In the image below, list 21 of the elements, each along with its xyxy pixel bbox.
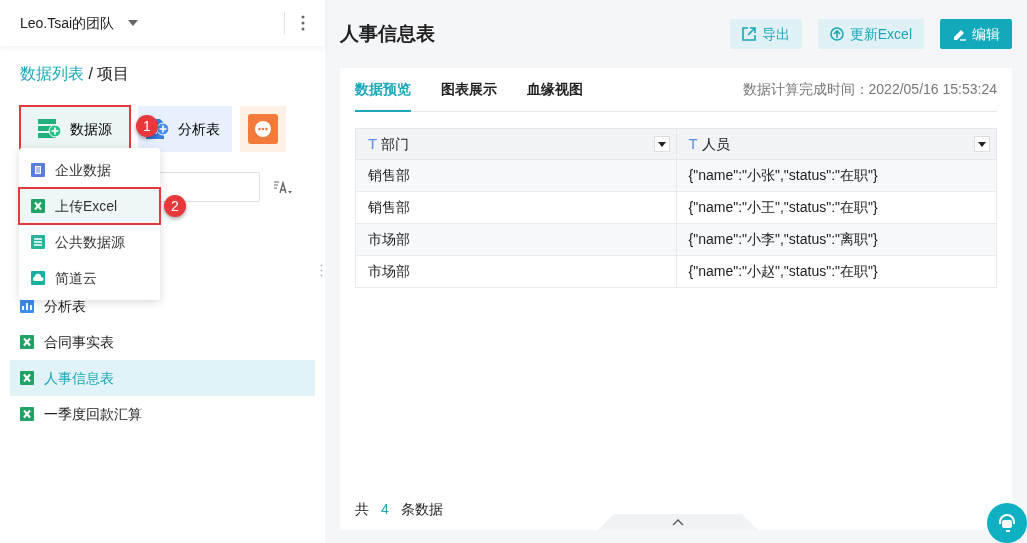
table-cell: 销售部	[355, 191, 676, 224]
breadcrumb-current: 项目	[97, 65, 130, 82]
text-type-icon: T	[688, 132, 698, 156]
table-cell: 市场部	[355, 255, 676, 288]
record-count-label: 共	[355, 500, 369, 519]
record-count: 4	[381, 500, 389, 519]
column-header: 人员	[701, 134, 730, 154]
table-cell: {"name":"小王","status":"在职"}	[676, 191, 997, 224]
table-cell: {"name":"小李","status":"离职"}	[676, 223, 997, 256]
page-title: 人事信息表	[340, 22, 436, 46]
text-type-icon: T	[368, 132, 378, 156]
table-cell: {"name":"小张","status":"在职"}	[676, 159, 997, 192]
table-cell: {"name":"小赵","status":"在职"}	[676, 255, 997, 288]
step-marker: 1	[136, 115, 158, 137]
record-count-label: 条数据	[400, 500, 443, 519]
table-cell: 销售部	[355, 159, 676, 192]
breadcrumb-separator: /	[87, 65, 94, 82]
computed-time: 数据计算完成时间：2022/05/16 15:53:24	[742, 80, 997, 99]
table-cell: 市场部	[355, 223, 676, 256]
column-header: 部门	[381, 134, 410, 154]
step-marker: 2	[164, 195, 186, 217]
